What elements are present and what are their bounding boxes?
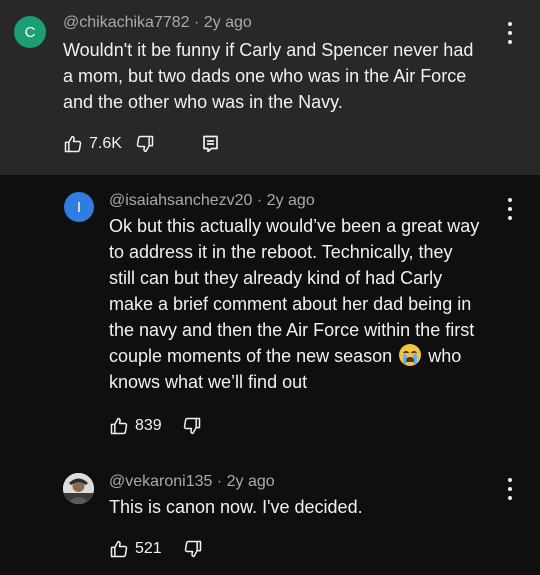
comment-line: make a brief comment about her dad being…: [109, 294, 472, 314]
like-count: 839: [135, 417, 162, 434]
comment-line: still can but they already kind of had C…: [109, 268, 443, 288]
like-button[interactable]: 521: [109, 539, 162, 559]
avatar-letter: C: [24, 23, 36, 41]
loudly-crying-face-icon: [399, 344, 422, 366]
meta-separator: ·: [256, 192, 263, 209]
comment-text: Wouldn't it be funny if Carly and Spence…: [63, 37, 533, 115]
comment-text: This is canon now. I've decided.: [109, 494, 529, 520]
like-button[interactable]: 7.6K: [63, 134, 122, 154]
thumbs-up-icon: [110, 417, 128, 435]
comment-line: the navy and then the Air Force within t…: [109, 320, 475, 340]
comment-meta: @chikachika7782 · 2y ago: [63, 14, 252, 32]
comment-line: knows what we’ll find out: [109, 372, 308, 392]
comment-author[interactable]: @chikachika7782: [63, 14, 190, 31]
reply-button[interactable]: [202, 135, 219, 153]
comment-meta: @isaiahsanchezv20 · 2y ago: [109, 192, 315, 210]
thumbs-down-icon: [184, 540, 202, 558]
dislike-button[interactable]: [183, 539, 203, 559]
comment-age: 2y ago: [203, 14, 252, 31]
like-count: 521: [135, 540, 162, 557]
comment-line: and the other who was in the Navy.: [63, 92, 343, 112]
avatar[interactable]: I: [64, 192, 94, 222]
like-count: 7.6K: [89, 135, 122, 152]
avatar[interactable]: C: [14, 16, 46, 48]
meta-separator: ·: [194, 14, 200, 31]
thumbs-up-icon: [110, 540, 128, 558]
comment-age: 2y ago: [266, 192, 315, 209]
comment-line-text: who: [428, 346, 462, 366]
reply-icon: [203, 135, 218, 153]
avatar[interactable]: [63, 473, 94, 504]
thumbs-down-icon: [136, 135, 154, 153]
meta-separator: ·: [216, 473, 223, 490]
thumbs-down-icon: [183, 417, 201, 435]
comment-line: a mom, but two dads one who was in the A…: [63, 66, 467, 86]
main-comment: C @chikachika7782 · 2y ago Wouldn't it b…: [0, 0, 540, 175]
comment-line: couple moments of the new season who: [109, 343, 529, 369]
dislike-button[interactable]: [182, 416, 202, 436]
avatar-letter: I: [76, 198, 82, 216]
comment-age: 2y ago: [226, 473, 275, 490]
profile-photo-icon: [63, 473, 94, 504]
thumbs-up-icon: [64, 135, 82, 153]
comment-line: This is canon now. I've decided.: [109, 497, 363, 517]
comment-author[interactable]: @vekaroni135: [109, 473, 212, 490]
comment-line-text: couple moments of the new season: [109, 346, 393, 366]
comment-text: Ok but this actually would’ve been a gre…: [109, 213, 529, 395]
comment-author[interactable]: @isaiahsanchezv20: [109, 192, 252, 209]
dislike-button[interactable]: [135, 134, 155, 154]
comment-meta: @vekaroni135 · 2y ago: [109, 473, 275, 491]
like-button[interactable]: 839: [109, 416, 162, 436]
comment-line: Wouldn't it be funny if Carly and Spence…: [63, 40, 474, 60]
comment-line: to address it in the reboot. Technically…: [109, 242, 453, 262]
comment-line: Ok but this actually would’ve been a gre…: [109, 216, 480, 236]
